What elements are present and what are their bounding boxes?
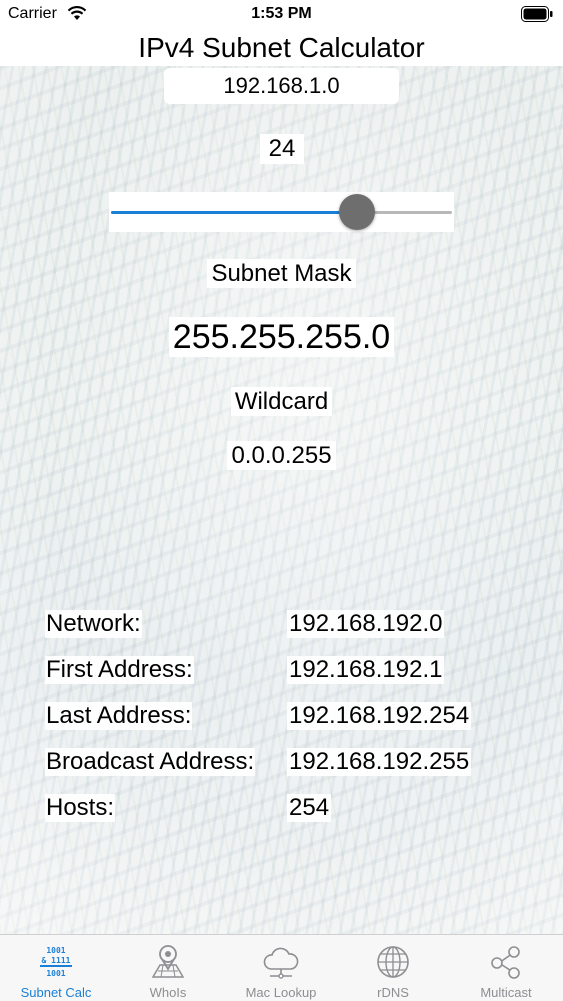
cloud-icon xyxy=(263,947,299,979)
result-label: First Address: xyxy=(45,656,194,684)
svg-text:1001: 1001 xyxy=(46,946,65,955)
globe-icon xyxy=(377,946,409,978)
clock: 1:53 PM xyxy=(251,5,312,22)
result-value: 192.168.192.0 xyxy=(287,610,445,638)
share-icon xyxy=(491,946,520,979)
result-label: Network: xyxy=(45,610,142,638)
tab-label: rDNS xyxy=(377,985,409,1000)
tab-label: Multicast xyxy=(480,985,532,1000)
result-row-network: Network: 192.168.192.0 xyxy=(0,610,563,650)
slider-fill xyxy=(111,211,357,214)
wildcard-value-text: 0.0.0.255 xyxy=(227,441,336,470)
tab-subnet-calc[interactable]: 1001 & 1111 1001 Subnet Calc xyxy=(0,935,112,1001)
result-label: Last Address: xyxy=(45,702,193,730)
result-label: Hosts: xyxy=(45,794,116,822)
wildcard-value: 0.0.0.255 xyxy=(0,441,563,470)
wildcard-label-text: Wildcard xyxy=(230,387,333,416)
calculator-panel: 24 Subnet Mask 255.255.255.0 Wildcard 0.… xyxy=(0,0,563,1000)
result-row-broadcast-address: Broadcast Address: 192.168.192.255 xyxy=(0,748,563,788)
result-value: 192.168.192.254 xyxy=(287,702,472,730)
slider-thumb[interactable] xyxy=(338,194,375,230)
svg-text:& 1111: & 1111 xyxy=(42,956,71,965)
cidr-slider[interactable] xyxy=(109,192,454,232)
navigation-header: IPv4 Subnet Calculator xyxy=(0,30,563,66)
result-row-last-address: Last Address: 192.168.192.254 xyxy=(0,702,563,742)
subnet-mask-value: 255.255.255.0 xyxy=(0,317,563,357)
subnet-mask-label-text: Subnet Mask xyxy=(207,259,356,288)
tab-label: Mac Lookup xyxy=(245,985,317,1000)
result-value: 254 xyxy=(287,794,332,822)
tab-bar: 1001 & 1111 1001 Subnet Calc WhoIs Mac L… xyxy=(0,934,563,1001)
status-bar: Carrier 1:53 PM xyxy=(0,0,563,30)
tab-multicast[interactable]: Multicast xyxy=(450,935,562,1001)
wildcard-label: Wildcard xyxy=(0,387,563,416)
tab-whois[interactable]: WhoIs xyxy=(112,935,224,1001)
tab-rdns[interactable]: rDNS xyxy=(337,935,449,1001)
result-row-first-address: First Address: 192.168.192.1 xyxy=(0,656,563,696)
tab-mac-lookup[interactable]: Mac Lookup xyxy=(225,935,337,1001)
cidr-prefix-value: 24 xyxy=(260,134,304,164)
subnet-mask-value-text: 255.255.255.0 xyxy=(168,317,395,357)
tab-label: Subnet Calc xyxy=(20,985,92,1000)
svg-text:1001: 1001 xyxy=(46,969,65,978)
subnet-mask-label: Subnet Mask xyxy=(0,259,563,288)
battery-icon xyxy=(521,6,553,22)
result-row-hosts: Hosts: 254 xyxy=(0,794,563,834)
map-pin-icon xyxy=(151,945,185,978)
result-value: 192.168.192.255 xyxy=(287,748,472,776)
tab-label: WhoIs xyxy=(149,985,187,1000)
ip-address-input[interactable] xyxy=(164,68,399,104)
binary-icon: 1001 & 1111 1001 xyxy=(40,946,72,978)
result-label: Broadcast Address: xyxy=(45,748,256,776)
page-title: IPv4 Subnet Calculator xyxy=(138,32,425,63)
result-value: 192.168.192.1 xyxy=(287,656,445,684)
